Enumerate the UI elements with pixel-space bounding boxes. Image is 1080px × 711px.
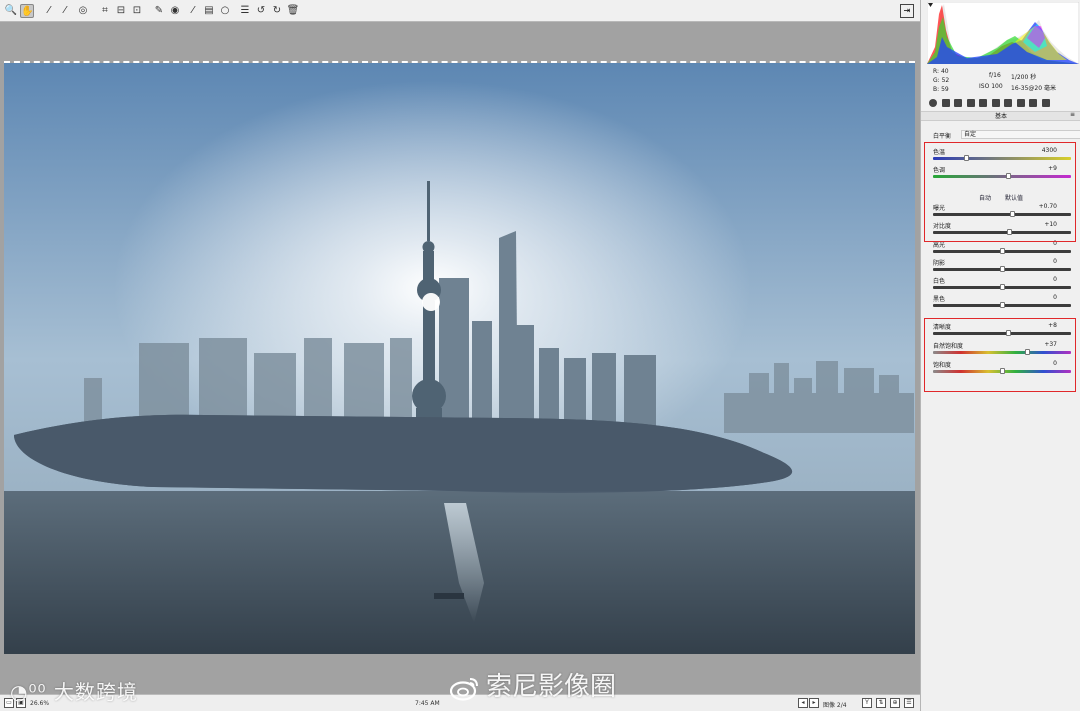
shadows-label: 阴影 bbox=[933, 260, 946, 267]
iso: ISO 100 bbox=[979, 83, 1003, 90]
panel-menu-icon[interactable]: ≡ bbox=[1070, 112, 1077, 119]
shadows-slider-thumb[interactable] bbox=[1000, 266, 1005, 272]
watermark-center-text: 索尼影像圈 bbox=[486, 672, 617, 702]
adjustment-brush-tool-icon[interactable]: ⁄ bbox=[186, 4, 200, 18]
histogram bbox=[927, 2, 1079, 64]
hand-tool-icon[interactable]: ✋ bbox=[20, 4, 34, 18]
g-value: 52 bbox=[941, 77, 950, 84]
capture-time: 7:45 AM bbox=[415, 700, 440, 707]
panel-tabs bbox=[927, 99, 1077, 109]
tab-presets-icon[interactable] bbox=[1029, 99, 1037, 107]
watermark-left-text: 大数跨境 bbox=[53, 680, 138, 704]
image-count: 图像 2/4 bbox=[823, 702, 847, 709]
white-balance-row: 白平衡 自定 bbox=[933, 130, 1080, 140]
next-image-button[interactable]: ▸ bbox=[809, 698, 819, 708]
watermark-center: 索尼影像圈 bbox=[450, 666, 616, 703]
before-after-swap-button[interactable]: ⇅ bbox=[876, 698, 886, 708]
image-canvas[interactable] bbox=[0, 22, 920, 694]
b-value: 59 bbox=[941, 86, 949, 93]
tab-camera-calibration-icon[interactable] bbox=[1016, 99, 1025, 107]
camera-info: R: 40 G: 52 B: 59 f/16 1/200 秒 ISO 100 1… bbox=[927, 66, 1079, 94]
shutter-speed: 1/200 秒 bbox=[1011, 74, 1037, 81]
toolbar: 🔍 ✋ ⁄ ⁄ ◎ ⌗ ⊟ ⊡ ✎ ◉ ⁄ ▤ ○ ☰ ↺ ↻ 🗑 ⇥ bbox=[0, 0, 920, 22]
tab-detail-icon[interactable] bbox=[954, 99, 962, 107]
before-after-copy-button[interactable]: ⊕ bbox=[890, 698, 900, 708]
aperture: f/16 bbox=[989, 72, 1001, 79]
g-label: G: bbox=[933, 77, 940, 84]
shadows-value[interactable]: 0 bbox=[1053, 258, 1057, 265]
highlights-slider-row: 高光 0 bbox=[933, 240, 1073, 258]
blacks-value[interactable]: 0 bbox=[1053, 294, 1057, 301]
graduated-filter-tool-icon[interactable]: ▤ bbox=[202, 4, 216, 18]
targeted-adjustment-tool-icon[interactable]: ◎ bbox=[76, 4, 90, 18]
spot-removal-tool-icon[interactable]: ✎ bbox=[152, 4, 166, 18]
rotate-left-tool-icon[interactable]: ↺ bbox=[254, 4, 268, 18]
tab-basic-icon[interactable] bbox=[929, 99, 937, 107]
weibo-icon bbox=[450, 677, 478, 701]
crop-tool-icon[interactable]: ⌗ bbox=[98, 4, 112, 18]
color-sampler-tool-icon[interactable]: ⁄ bbox=[58, 4, 72, 18]
blacks-slider-thumb[interactable] bbox=[1000, 302, 1005, 308]
radial-filter-tool-icon[interactable]: ○ bbox=[218, 4, 232, 18]
whites-slider-row: 白色 0 bbox=[933, 276, 1073, 294]
tab-lens-icon[interactable] bbox=[991, 99, 1000, 107]
whites-value[interactable]: 0 bbox=[1053, 276, 1057, 283]
panel-title: 基本 bbox=[921, 111, 1080, 121]
photo-image bbox=[4, 63, 915, 654]
highlights-slider-thumb[interactable] bbox=[1000, 248, 1005, 254]
preview-settings-button[interactable]: ☰ bbox=[904, 698, 914, 708]
camera-raw-window: 🔍 ✋ ⁄ ⁄ ◎ ⌗ ⊟ ⊡ ✎ ◉ ⁄ ▤ ○ ☰ ↺ ↻ 🗑 ⇥ ▭ ▣ … bbox=[0, 0, 1080, 711]
tab-snapshots-icon[interactable] bbox=[1041, 99, 1050, 107]
blacks-slider-row: 黑色 0 bbox=[933, 294, 1073, 312]
tab-split-toning-icon[interactable] bbox=[979, 99, 987, 107]
watermark-left: ◔⁰⁰ 大数跨境 bbox=[10, 676, 138, 705]
before-after-y-button[interactable]: Y bbox=[862, 698, 872, 708]
highlight-box-top bbox=[924, 142, 1076, 242]
preferences-tool-icon[interactable]: ☰ bbox=[238, 4, 252, 18]
blacks-label: 黑色 bbox=[933, 296, 946, 303]
r-value: 40 bbox=[940, 68, 949, 75]
highlight-box-bottom bbox=[924, 318, 1076, 392]
whites-slider-thumb[interactable] bbox=[1000, 284, 1005, 290]
tab-hsl-icon[interactable] bbox=[966, 99, 975, 107]
transform-tool-icon[interactable]: ⊡ bbox=[130, 4, 144, 18]
preview-photo bbox=[4, 61, 915, 654]
b-label: B: bbox=[933, 86, 940, 93]
prev-image-button[interactable]: ◂ bbox=[798, 698, 808, 708]
white-balance-label: 白平衡 bbox=[933, 133, 952, 140]
watermark-logo-icon: ◔⁰⁰ bbox=[10, 680, 54, 704]
fullscreen-button[interactable]: ⇥ bbox=[900, 4, 914, 18]
tab-tone-curve-icon[interactable] bbox=[941, 99, 950, 107]
white-balance-select[interactable]: 自定 bbox=[961, 130, 1080, 139]
lens-focal-length: 16-35@20 毫米 bbox=[1011, 85, 1056, 92]
zoom-tool-icon[interactable]: 🔍 bbox=[4, 4, 18, 18]
red-eye-tool-icon[interactable]: ◉ bbox=[168, 4, 182, 18]
rotate-right-tool-icon[interactable]: ↻ bbox=[270, 4, 284, 18]
white-balance-tool-icon[interactable]: ⁄ bbox=[42, 4, 56, 18]
straighten-tool-icon[interactable]: ⊟ bbox=[114, 4, 128, 18]
r-label: R: bbox=[933, 68, 940, 75]
tab-effects-icon[interactable] bbox=[1004, 99, 1012, 107]
whites-label: 白色 bbox=[933, 278, 946, 285]
shadows-slider-row: 阴影 0 bbox=[933, 258, 1073, 276]
trash-tool-icon[interactable]: 🗑 bbox=[286, 4, 300, 18]
